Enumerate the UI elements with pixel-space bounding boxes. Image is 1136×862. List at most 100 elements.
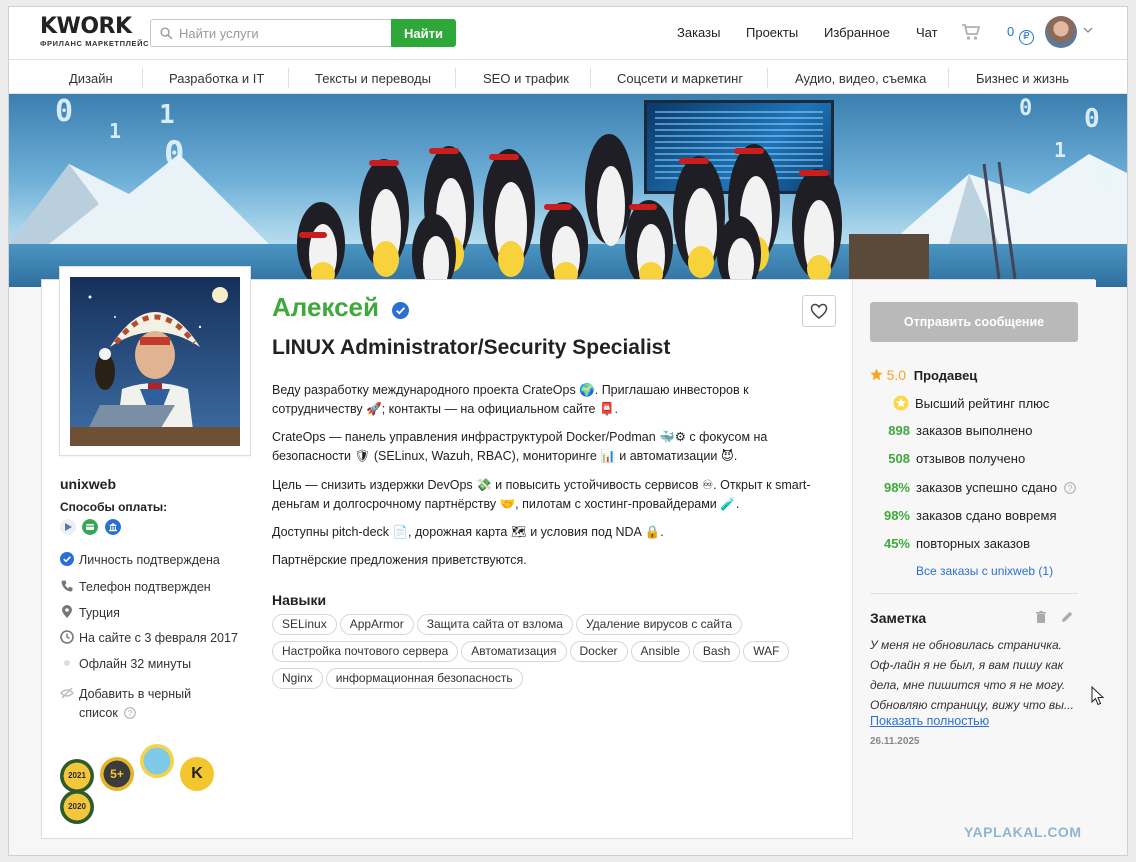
skills-title: Навыки (272, 592, 327, 608)
badge-2021[interactable]: 2021 (60, 759, 94, 793)
profile-banner: 0 1 0 1 0 0 1 0 (9, 94, 1127, 287)
category-divider (767, 68, 768, 88)
online-status: Офлайн 32 минуты (60, 656, 191, 671)
skill-tag[interactable]: Bash (692, 641, 741, 662)
phone-verified: Телефон подтвержден (60, 579, 211, 594)
skill-tag[interactable]: Ansible (630, 641, 690, 662)
profile-title: LINUX Administrator/Security Specialist (272, 336, 671, 359)
logo-tagline: ФРИЛАНС МАРКЕТПЛЕЙС (40, 39, 150, 48)
balance[interactable]: 0 ₽ (1007, 24, 1034, 45)
category-seo[interactable]: SEO и трафик (483, 71, 569, 86)
cart-icon[interactable] (961, 23, 981, 41)
nav-chat[interactable]: Чат (916, 25, 938, 40)
category-design[interactable]: Дизайн (69, 71, 113, 86)
stat-value: 45% (883, 536, 910, 551)
description-paragraph: Веду разработку международного проекта C… (272, 383, 749, 416)
nav-favorites[interactable]: Избранное (824, 25, 890, 40)
phone-verified-text: Телефон подтвержден (79, 580, 211, 594)
stat-repeat-orders: 45% повторных заказов (870, 536, 1030, 551)
note-line: Обновляю страницу, вижу что вы... (870, 698, 1074, 712)
payment-methods (60, 518, 123, 536)
note-line: У меня не обновилась страничка. (870, 638, 1062, 652)
svg-text:?: ? (1068, 484, 1073, 493)
category-texts[interactable]: Тексты и переводы (315, 71, 431, 86)
skill-tag[interactable]: Docker (569, 641, 628, 662)
profile-username[interactable]: unixweb (60, 476, 116, 492)
search-icon (160, 27, 173, 40)
badge-5-years[interactable]: 5+ (100, 757, 134, 791)
search-bar: Найти (150, 19, 456, 47)
help-icon[interactable]: ? (124, 707, 137, 719)
category-divider (288, 68, 289, 88)
blacklist-text-2: список (79, 706, 118, 720)
identity-verified-text: Личность подтверждена (79, 553, 220, 567)
identity-verified: Личность подтверждена (60, 552, 220, 567)
skills-list: SELinux AppArmor Защита сайта от взлома Уда… (272, 614, 832, 695)
category-development[interactable]: Разработка и IT (169, 71, 264, 86)
all-orders-link[interactable]: Все заказы с unixweb (1) (916, 564, 1053, 578)
stat-label: заказов успешно сдано (916, 480, 1058, 495)
trash-icon[interactable] (1034, 610, 1048, 624)
badge-2020[interactable]: 2020 (60, 790, 94, 824)
skill-tag[interactable]: Автоматизация (461, 641, 567, 662)
category-divider (948, 68, 949, 88)
top-header: KWORK ФРИЛАНС МАРКЕТПЛЕЙС Найти Заказы П… (9, 7, 1127, 60)
skill-tag[interactable]: информационная безопасность (325, 668, 523, 689)
add-to-blacklist[interactable]: Добавить в черный список ? (60, 685, 191, 723)
chevron-down-icon[interactable] (1083, 27, 1093, 33)
skill-tag[interactable]: Защита сайта от взлома (416, 614, 573, 635)
star-icon (870, 368, 883, 381)
achievement-badges: 2021 5+ K (60, 744, 220, 793)
note-text: У меня не обновилась страничка. Оф-лайн … (870, 635, 1080, 715)
help-icon[interactable]: ? (1063, 482, 1076, 494)
show-full-note-link[interactable]: Показать полностью (870, 714, 989, 728)
nav-projects[interactable]: Проекты (746, 25, 798, 40)
profile-name: Алексей (272, 292, 379, 322)
search-input[interactable] (179, 24, 384, 42)
skill-tag[interactable]: WAF (743, 641, 790, 662)
search-button[interactable]: Найти (391, 19, 456, 47)
stat-label: повторных заказов (916, 536, 1030, 551)
skill-tag[interactable]: Настройка почтового сервера (272, 641, 459, 662)
badge-kwork[interactable]: K (180, 757, 214, 791)
stat-value: 98% (883, 508, 910, 523)
location-pin-icon (62, 605, 72, 618)
hidden-eye-icon (60, 687, 74, 699)
svg-text:?: ? (128, 709, 133, 718)
nav-orders[interactable]: Заказы (677, 25, 720, 40)
country: Турция (60, 605, 120, 620)
category-business[interactable]: Бизнес и жизнь (976, 71, 1069, 86)
category-divider (142, 68, 143, 88)
user-avatar[interactable] (1045, 16, 1077, 48)
sidebar-divider (870, 593, 1078, 594)
payment-methods-label: Способы оплаты: (60, 500, 168, 514)
stat-label: заказов сдано вовремя (916, 508, 1057, 523)
stat-value: 508 (888, 451, 910, 466)
clock-icon (60, 630, 74, 644)
skill-tag[interactable]: SELinux (272, 614, 337, 635)
offline-dot-icon (64, 660, 70, 666)
top-rating-text: Высший рейтинг плюс (915, 396, 1050, 411)
member-since-text: На сайте с 3 февраля 2017 (79, 631, 238, 645)
mouse-cursor-icon (1091, 686, 1105, 706)
skill-tag[interactable]: Удаление вирусов с сайта (575, 614, 743, 635)
skill-tag[interactable]: AppArmor (339, 614, 414, 635)
stat-label: заказов выполнено (916, 423, 1033, 438)
member-since: На сайте с 3 февраля 2017 (60, 630, 238, 645)
description-paragraph: Доступны pitch-deck 📄, дорожная карта 🗺 … (272, 525, 664, 539)
note-line: дела, мне пишится что я не могу. (870, 678, 1066, 692)
category-media[interactable]: Аудио, видео, съемка (795, 71, 926, 86)
send-message-button[interactable]: Отправить сообщение (870, 302, 1078, 342)
stat-label: отзывов получено (916, 451, 1026, 466)
top-rating: Высший рейтинг плюс (870, 395, 1049, 411)
favorite-button[interactable] (802, 295, 836, 327)
verified-check-icon (60, 552, 74, 566)
category-social[interactable]: Соцсети и маркетинг (617, 71, 743, 86)
description-paragraph: CrateOps — панель управления инфраструкт… (272, 430, 768, 463)
phone-icon (61, 580, 73, 592)
kwork-logo[interactable]: KWORK ФРИЛАНС МАРКЕТПЛЕЙС (40, 16, 150, 49)
bank-payment-icon (104, 518, 121, 535)
badge-sun[interactable] (140, 744, 174, 778)
skill-tag[interactable]: Nginx (272, 668, 323, 689)
edit-pencil-icon[interactable] (1060, 610, 1074, 624)
